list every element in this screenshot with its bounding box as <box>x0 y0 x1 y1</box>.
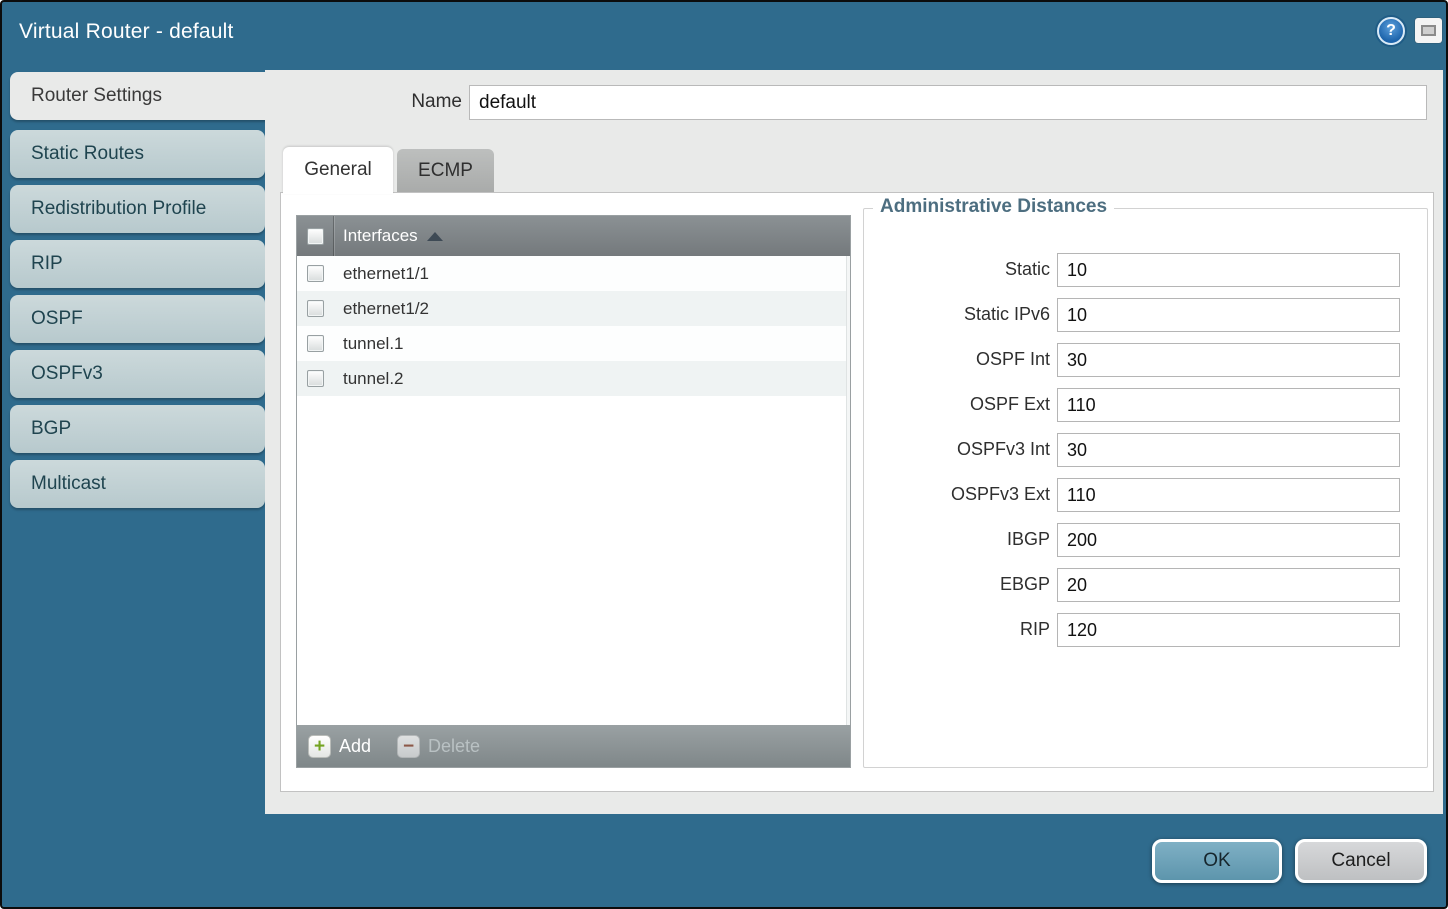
ok-button[interactable]: OK <box>1152 839 1282 883</box>
ospf-int-label: OSPF Int <box>864 349 1050 370</box>
interfaces-header-label: Interfaces <box>334 226 418 246</box>
row-checkbox[interactable] <box>307 335 324 352</box>
window-restore-glyph <box>1421 25 1436 36</box>
administrative-distances-group: Administrative Distances Static Static I… <box>863 208 1428 768</box>
interface-name: tunnel.2 <box>334 369 404 389</box>
cancel-button[interactable]: Cancel <box>1295 839 1427 883</box>
minus-icon: − <box>397 735 420 758</box>
interface-name: tunnel.1 <box>334 334 404 354</box>
field-row-ebgp: EBGP <box>864 568 1427 602</box>
sidebar-item-bgp[interactable]: BGP <box>10 405 265 453</box>
row-checkbox[interactable] <box>307 300 324 317</box>
static-ipv6-label: Static IPv6 <box>864 304 1050 325</box>
sidebar-item-static-routes[interactable]: Static Routes <box>10 130 265 178</box>
add-button[interactable]: + Add <box>308 735 371 758</box>
tab-ecmp[interactable]: ECMP <box>397 149 494 194</box>
delete-button-label: Delete <box>428 736 480 757</box>
ospfv3-ext-input[interactable] <box>1057 478 1400 512</box>
field-row-static-ipv6: Static IPv6 <box>864 298 1427 332</box>
sort-ascending-icon <box>427 232 443 241</box>
field-row-ospfv3-ext: OSPFv3 Ext <box>864 478 1427 512</box>
row-checkbox[interactable] <box>307 370 324 387</box>
interfaces-table: Interfaces ethernet1/1 ethernet1/2 tunne… <box>296 215 851 768</box>
field-row-ibgp: IBGP <box>864 523 1427 557</box>
table-row-ethernet1-1[interactable]: ethernet1/1 <box>297 256 850 291</box>
select-all-checkbox[interactable] <box>307 228 324 245</box>
delete-button[interactable]: − Delete <box>397 735 480 758</box>
field-row-ospfv3-int: OSPFv3 Int <box>864 433 1427 467</box>
ibgp-input[interactable] <box>1057 523 1400 557</box>
dialog-title: Virtual Router - default <box>19 20 234 44</box>
table-footer: + Add − Delete <box>297 725 850 767</box>
window-restore-icon[interactable] <box>1415 18 1442 43</box>
row-checkbox[interactable] <box>307 265 324 282</box>
ibgp-label: IBGP <box>864 529 1050 550</box>
add-button-label: Add <box>339 736 371 757</box>
static-input[interactable] <box>1057 253 1400 287</box>
ebgp-input[interactable] <box>1057 568 1400 602</box>
virtual-router-dialog: Virtual Router - default ? Router Settin… <box>0 0 1448 909</box>
sidebar-item-redistribution-profile[interactable]: Redistribution Profile <box>10 185 265 233</box>
sidebar-item-rip[interactable]: RIP <box>10 240 265 288</box>
ospfv3-int-input[interactable] <box>1057 433 1400 467</box>
plus-icon: + <box>308 735 331 758</box>
field-row-ospf-int: OSPF Int <box>864 343 1427 377</box>
administrative-distances-legend: Administrative Distances <box>873 196 1114 218</box>
help-icon[interactable]: ? <box>1377 17 1405 45</box>
name-label: Name <box>382 91 462 113</box>
static-ipv6-input[interactable] <box>1057 298 1400 332</box>
general-tab-panel: Interfaces ethernet1/1 ethernet1/2 tunne… <box>280 192 1434 792</box>
sidebar-item-router-settings[interactable]: Router Settings <box>10 72 272 120</box>
table-row-tunnel-2[interactable]: tunnel.2 <box>297 361 850 396</box>
tab-general[interactable]: General <box>283 147 393 194</box>
field-row-static: Static <box>864 253 1427 287</box>
ospf-ext-label: OSPF Ext <box>864 394 1050 415</box>
ospf-ext-input[interactable] <box>1057 388 1400 422</box>
ospfv3-int-label: OSPFv3 Int <box>864 439 1050 460</box>
ospf-int-input[interactable] <box>1057 343 1400 377</box>
name-input[interactable] <box>469 85 1427 120</box>
static-label: Static <box>864 259 1050 280</box>
sidebar-item-multicast[interactable]: Multicast <box>10 460 265 508</box>
table-row-ethernet1-2[interactable]: ethernet1/2 <box>297 291 850 326</box>
interface-name: ethernet1/1 <box>334 264 429 284</box>
sidebar-item-ospfv3[interactable]: OSPFv3 <box>10 350 265 398</box>
rip-input[interactable] <box>1057 613 1400 647</box>
interface-name: ethernet1/2 <box>334 299 429 319</box>
rip-label: RIP <box>864 619 1050 640</box>
table-scrollbar[interactable] <box>846 256 850 727</box>
ebgp-label: EBGP <box>864 574 1050 595</box>
field-row-ospf-ext: OSPF Ext <box>864 388 1427 422</box>
ospfv3-ext-label: OSPFv3 Ext <box>864 484 1050 505</box>
field-row-rip: RIP <box>864 613 1427 647</box>
table-row-tunnel-1[interactable]: tunnel.1 <box>297 326 850 361</box>
interfaces-column-header[interactable]: Interfaces <box>297 216 850 256</box>
sidebar-item-ospf[interactable]: OSPF <box>10 295 265 343</box>
